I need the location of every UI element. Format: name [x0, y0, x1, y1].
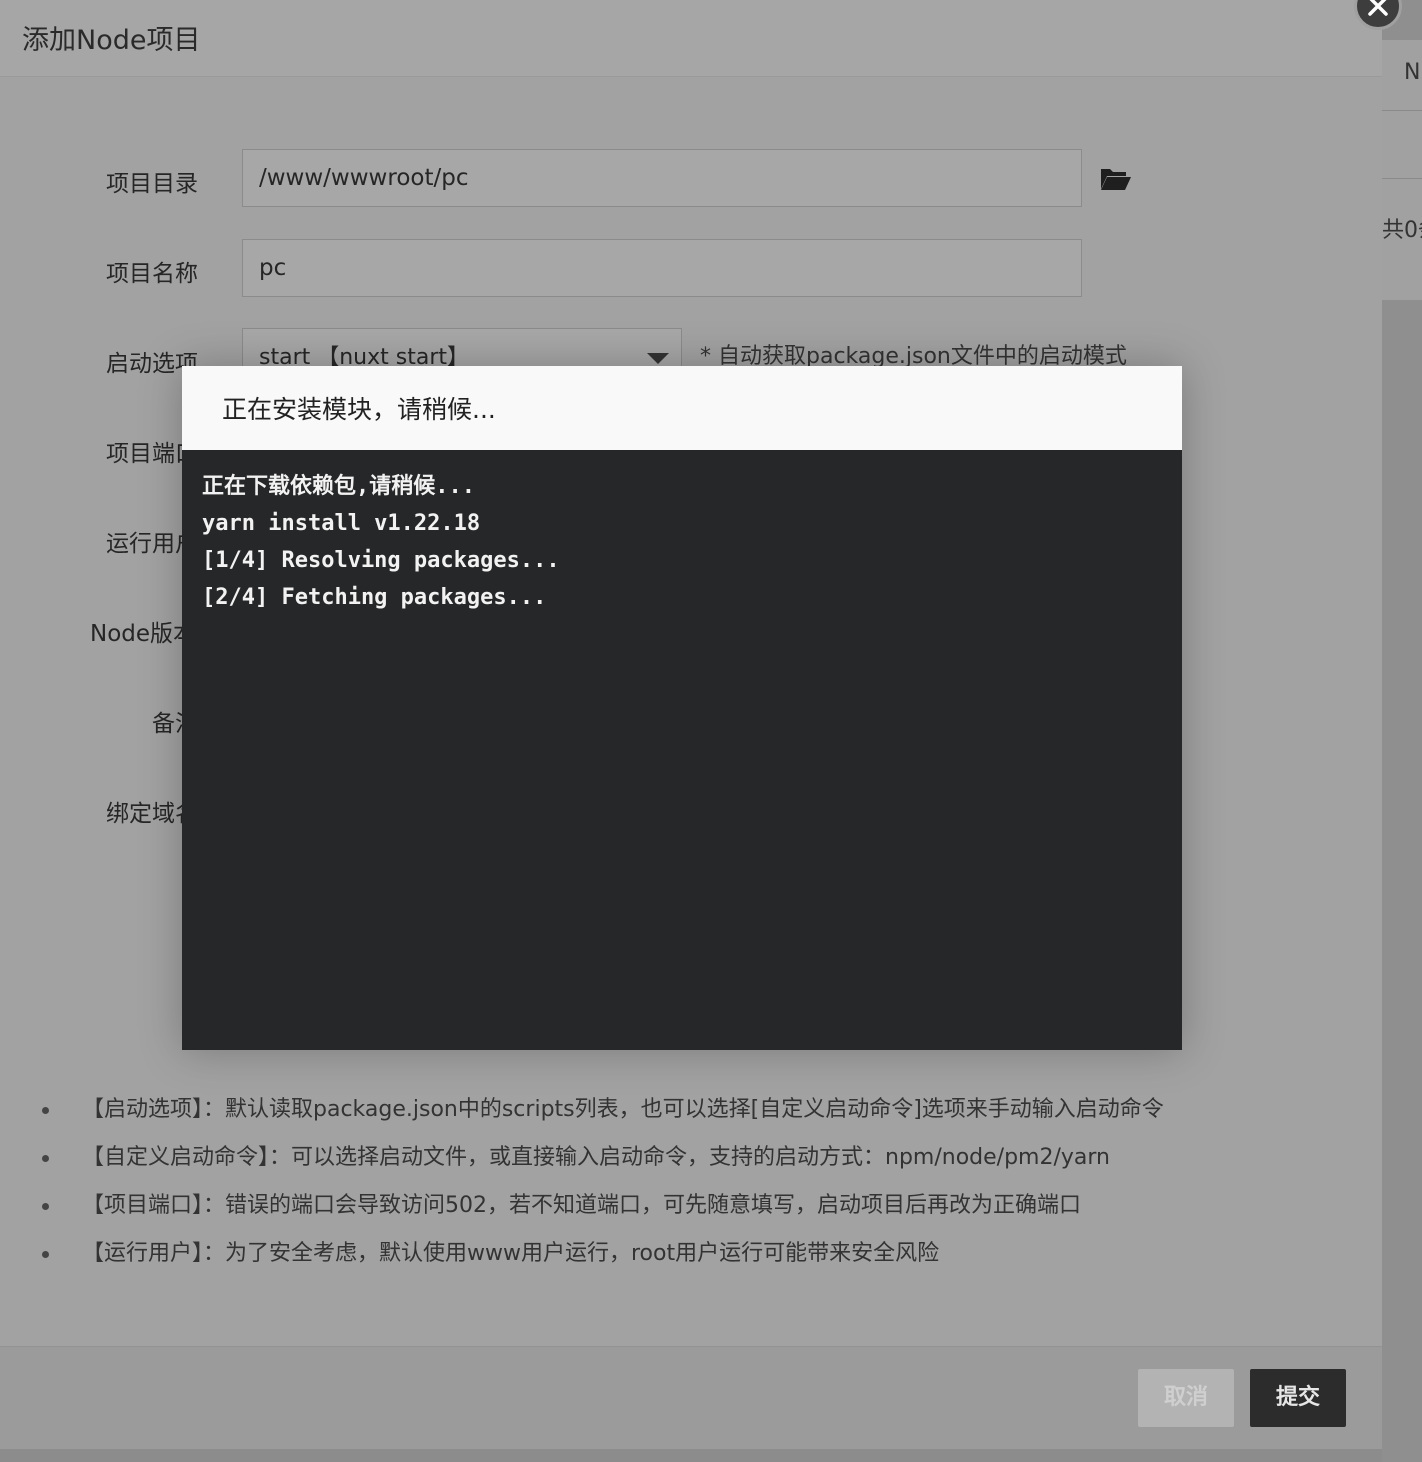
bullet-icon: [42, 1203, 49, 1210]
background-page: N 共0条: [1382, 0, 1422, 1462]
install-log-terminal: 正在下载依赖包,请稍候... yarn install v1.22.18 [1/…: [182, 450, 1182, 1050]
node-version-label: Node版本: [90, 621, 197, 647]
background-divider: [1382, 110, 1422, 111]
dialog-title: 添加Node项目: [22, 25, 201, 56]
dialog-footer: 取消 提交: [0, 1346, 1382, 1449]
note-text: 【项目端口】：错误的端口会导致访问502，若不知道端口，可先随意填写，启动项目后…: [82, 1193, 1081, 1218]
background-text: N: [1404, 60, 1421, 85]
list-item: 【启动选项】：默认读取package.json中的scripts列表，也可以选择…: [40, 1090, 1164, 1138]
list-item: 【自定义启动命令】：可以选择启动文件，或直接输入启动命令，支持的启动方式：npm…: [40, 1138, 1164, 1186]
submit-button[interactable]: 提交: [1250, 1369, 1346, 1427]
project-name-label: 项目名称: [106, 261, 198, 287]
project-dir-input[interactable]: /www/wwwroot/pc: [242, 149, 1082, 207]
install-modal-header: 正在安装模块，请稍候...: [182, 366, 1182, 450]
install-progress-modal: 正在安装模块，请稍候... 正在下载依赖包,请稍候... yarn instal…: [182, 366, 1182, 1050]
chevron-down-icon: [647, 353, 669, 364]
bullet-icon: [42, 1155, 49, 1162]
bullet-icon: [42, 1107, 49, 1114]
log-line: [1/4] Resolving packages...: [202, 548, 560, 573]
folder-open-icon[interactable]: [1100, 165, 1132, 197]
install-modal-title: 正在安装模块，请稍候...: [222, 395, 496, 424]
note-text: 【自定义启动命令】：可以选择启动文件，或直接输入启动命令，支持的启动方式：npm…: [82, 1145, 1110, 1170]
log-line: [2/4] Fetching packages...: [202, 585, 547, 610]
log-line: yarn install v1.22.18: [202, 511, 481, 536]
project-dir-label: 项目目录: [106, 171, 198, 197]
project-name-input[interactable]: pc: [242, 239, 1082, 297]
bullet-icon: [42, 1251, 49, 1258]
background-count: 共0条: [1382, 218, 1422, 243]
close-icon: [1368, 0, 1388, 16]
background-divider: [1382, 178, 1422, 179]
list-item: 【项目端口】：错误的端口会导致访问502，若不知道端口，可先随意填写，启动项目后…: [40, 1186, 1164, 1234]
note-text: 【运行用户】：为了安全考虑，默认使用www用户运行，root用户运行可能带来安全…: [82, 1241, 940, 1266]
dialog-header: 添加Node项目: [0, 0, 1382, 77]
log-line: 正在下载依赖包,请稍候...: [202, 474, 475, 499]
note-text: 【启动选项】：默认读取package.json中的scripts列表，也可以选择…: [82, 1097, 1164, 1122]
list-item: 【运行用户】：为了安全考虑，默认使用www用户运行，root用户运行可能带来安全…: [40, 1234, 1164, 1282]
help-notes-list: 【启动选项】：默认读取package.json中的scripts列表，也可以选择…: [40, 1090, 1164, 1282]
cancel-button[interactable]: 取消: [1138, 1369, 1234, 1427]
